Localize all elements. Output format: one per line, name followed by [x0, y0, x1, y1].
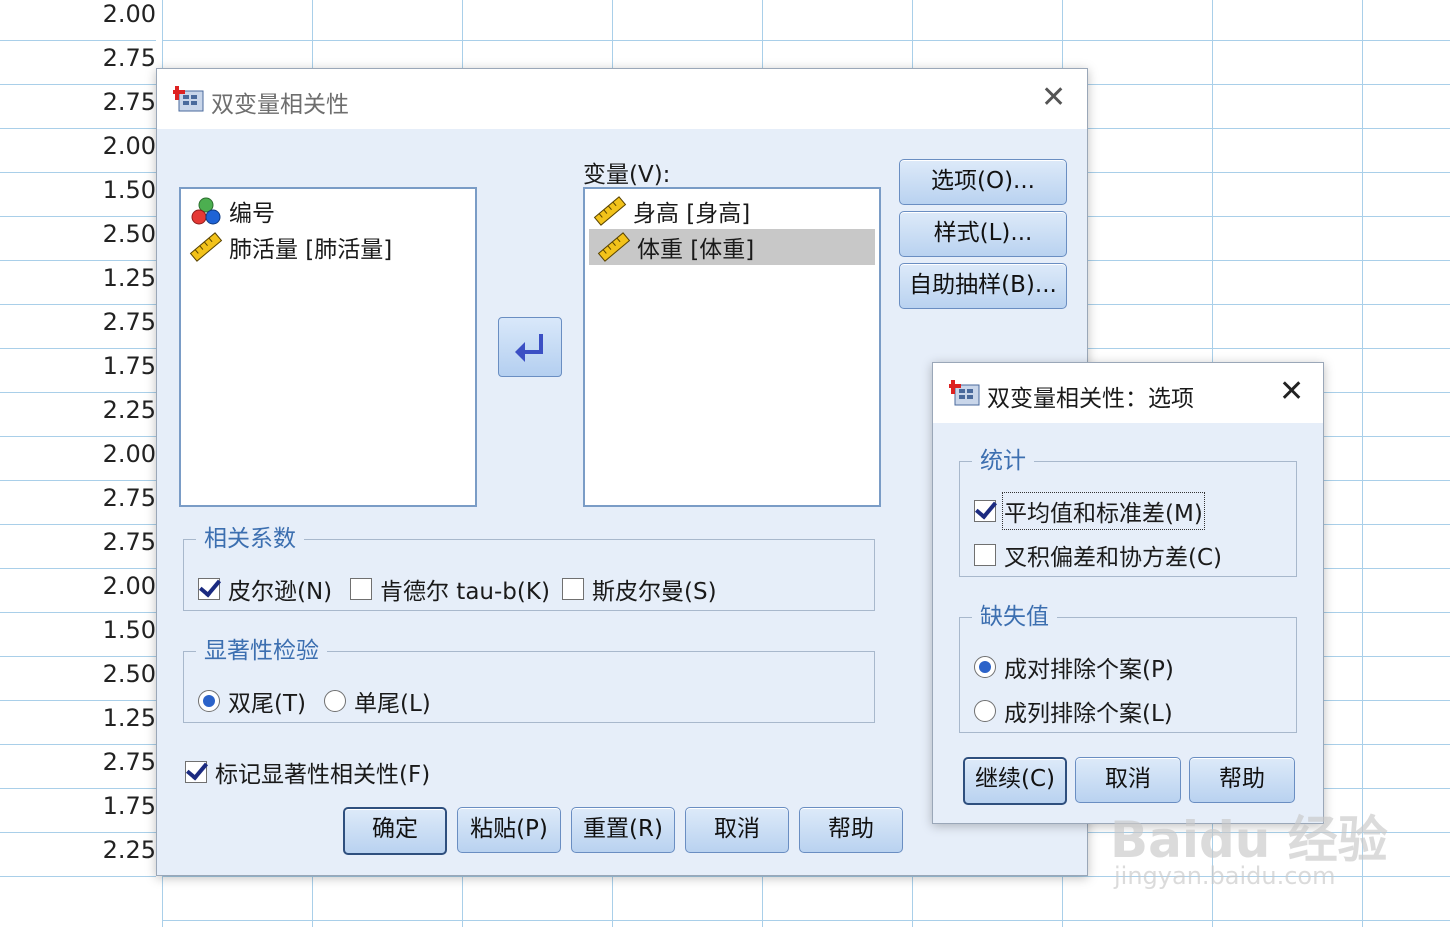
- data-cell[interactable]: 2.00: [0, 436, 156, 481]
- variable-label: 肺活量 [肺活量]: [229, 237, 393, 263]
- close-icon[interactable]: ✕: [1041, 83, 1066, 113]
- paste-button[interactable]: 粘贴(P): [457, 807, 561, 853]
- spearman-label: 斯皮尔曼(S): [592, 579, 717, 605]
- pairwise-radio[interactable]: 成对排除个案(P): [974, 650, 1174, 684]
- watermark-sub: jingyan.baidu.com: [1114, 862, 1336, 890]
- checkbox-checked[interactable]: [198, 578, 220, 600]
- variables-label: 变量(V):: [583, 162, 671, 188]
- bootstrap-button[interactable]: 自助抽样(B)...: [899, 263, 1067, 309]
- source-variable-list[interactable]: 编号 肺活量 [肺活量]: [179, 187, 477, 507]
- list-item[interactable]: 编号: [181, 193, 475, 229]
- data-cell[interactable]: 1.25: [0, 260, 156, 305]
- data-cell[interactable]: 1.25: [0, 700, 156, 745]
- spss-app-icon: [173, 86, 204, 112]
- reset-button[interactable]: 重置(R): [571, 807, 675, 853]
- checkbox-checked[interactable]: [974, 500, 996, 522]
- variable-label: 编号: [229, 201, 275, 227]
- checkbox-unchecked[interactable]: [350, 578, 372, 600]
- group-title: 缺失值: [972, 602, 1057, 632]
- pearson-label: 皮尔逊(N): [228, 579, 333, 605]
- variable-label: 体重 [体重]: [637, 237, 755, 263]
- options-button[interactable]: 选项(O)...: [899, 159, 1067, 205]
- correlation-coefficients-group: 相关系数 皮尔逊(N) 肯德尔 tau-b(K) 斯皮尔曼(S): [183, 524, 875, 611]
- data-cell[interactable]: 2.75: [0, 304, 156, 349]
- scale-ruler-icon: [597, 232, 631, 262]
- data-cell[interactable]: 2.75: [0, 480, 156, 525]
- crossprod-checkbox[interactable]: 叉积偏差和协方差(C): [974, 538, 1222, 572]
- nominal-variable-icon: [191, 197, 221, 225]
- dialog-title: 双变量相关性：选项: [987, 386, 1194, 412]
- radio-selected[interactable]: [198, 690, 220, 712]
- flag-significant-checkbox[interactable]: 标记显著性相关性(F): [185, 755, 430, 789]
- help-button[interactable]: 帮助: [1189, 757, 1295, 803]
- data-cell[interactable]: 2.50: [0, 216, 156, 261]
- list-item-selected[interactable]: 体重 [体重]: [589, 229, 875, 265]
- scale-ruler-icon: [593, 196, 627, 226]
- data-cell[interactable]: 2.75: [0, 744, 156, 789]
- variable-label: 身高 [身高]: [633, 201, 751, 227]
- pairwise-label: 成对排除个案(P): [1004, 657, 1174, 683]
- arrow-left-icon: [515, 334, 543, 362]
- dialog-title: 双变量相关性: [211, 92, 349, 118]
- group-title: 相关系数: [196, 524, 304, 554]
- checkbox-unchecked[interactable]: [562, 578, 584, 600]
- style-button[interactable]: 样式(L)...: [899, 211, 1067, 257]
- statistics-group: 统计 平均值和标准差(M) 叉积偏差和协方差(C): [959, 446, 1297, 577]
- significance-test-group: 显著性检验 双尾(T) 单尾(L): [183, 636, 875, 723]
- ok-button[interactable]: 确定: [343, 807, 447, 855]
- radio-unselected[interactable]: [974, 700, 996, 722]
- target-variable-list[interactable]: 身高 [身高] 体重 [体重]: [583, 187, 881, 507]
- data-cell[interactable]: 2.00: [0, 128, 156, 173]
- data-cell[interactable]: 2.25: [0, 832, 156, 877]
- spss-app-icon: [949, 380, 980, 406]
- missing-values-group: 缺失值 成对排除个案(P) 成列排除个案(L): [959, 602, 1297, 733]
- help-button[interactable]: 帮助: [799, 807, 903, 853]
- crossprod-label: 叉积偏差和协方差(C): [1004, 545, 1223, 571]
- continue-button[interactable]: 继续(C): [963, 757, 1067, 805]
- one-tailed-label: 单尾(L): [354, 691, 431, 717]
- data-cell[interactable]: 2.75: [0, 524, 156, 569]
- pearson-checkbox[interactable]: 皮尔逊(N): [198, 572, 332, 606]
- flag-significant-label: 标记显著性相关性(F): [215, 762, 431, 788]
- scale-ruler-icon: [189, 232, 223, 262]
- data-cell[interactable]: 1.50: [0, 172, 156, 217]
- dialog-titlebar[interactable]: 双变量相关性 ✕: [157, 69, 1087, 129]
- spearman-checkbox[interactable]: 斯皮尔曼(S): [562, 572, 717, 606]
- listwise-radio[interactable]: 成列排除个案(L): [974, 694, 1173, 728]
- data-cell[interactable]: 2.75: [0, 40, 156, 85]
- data-column: 2.00 2.75 2.75 2.00 1.50 2.50 1.25 2.75 …: [0, 0, 163, 927]
- one-tailed-radio[interactable]: 单尾(L): [324, 684, 431, 718]
- group-title: 统计: [972, 446, 1034, 476]
- checkbox-unchecked[interactable]: [974, 544, 996, 566]
- cancel-button[interactable]: 取消: [685, 807, 789, 853]
- close-icon[interactable]: ✕: [1279, 377, 1304, 407]
- two-tailed-radio[interactable]: 双尾(T): [198, 684, 306, 718]
- move-variable-button[interactable]: [498, 317, 562, 377]
- radio-selected[interactable]: [974, 656, 996, 678]
- data-cell[interactable]: 2.50: [0, 656, 156, 701]
- data-cell[interactable]: 2.00: [0, 0, 156, 41]
- list-item[interactable]: 肺活量 [肺活量]: [181, 229, 475, 265]
- two-tailed-label: 双尾(T): [228, 691, 306, 717]
- kendall-checkbox[interactable]: 肯德尔 tau-b(K): [350, 572, 550, 606]
- list-item[interactable]: 身高 [身高]: [585, 193, 879, 229]
- radio-unselected[interactable]: [324, 690, 346, 712]
- baidu-watermark: Baidu 经验 jingyan.baidu.com: [1110, 800, 1390, 895]
- data-cell[interactable]: 1.75: [0, 348, 156, 393]
- means-sd-checkbox[interactable]: 平均值和标准差(M): [974, 492, 1205, 530]
- data-cell[interactable]: 2.75: [0, 84, 156, 129]
- means-sd-label: 平均值和标准差(M): [1002, 492, 1205, 530]
- data-cell[interactable]: 1.50: [0, 612, 156, 657]
- listwise-label: 成列排除个案(L): [1004, 701, 1173, 727]
- cancel-button[interactable]: 取消: [1075, 757, 1181, 803]
- data-cell[interactable]: 1.75: [0, 788, 156, 833]
- data-cell[interactable]: 2.25: [0, 392, 156, 437]
- group-title: 显著性检验: [196, 636, 327, 666]
- correlation-options-dialog: 双变量相关性：选项 ✕ 统计 平均值和标准差(M) 叉积偏差和协方差(C) 缺失…: [932, 362, 1324, 824]
- data-cell[interactable]: 2.00: [0, 568, 156, 613]
- dialog-titlebar[interactable]: 双变量相关性：选项 ✕: [933, 363, 1323, 423]
- checkbox-checked[interactable]: [185, 761, 207, 783]
- kendall-label: 肯德尔 tau-b(K): [380, 579, 550, 605]
